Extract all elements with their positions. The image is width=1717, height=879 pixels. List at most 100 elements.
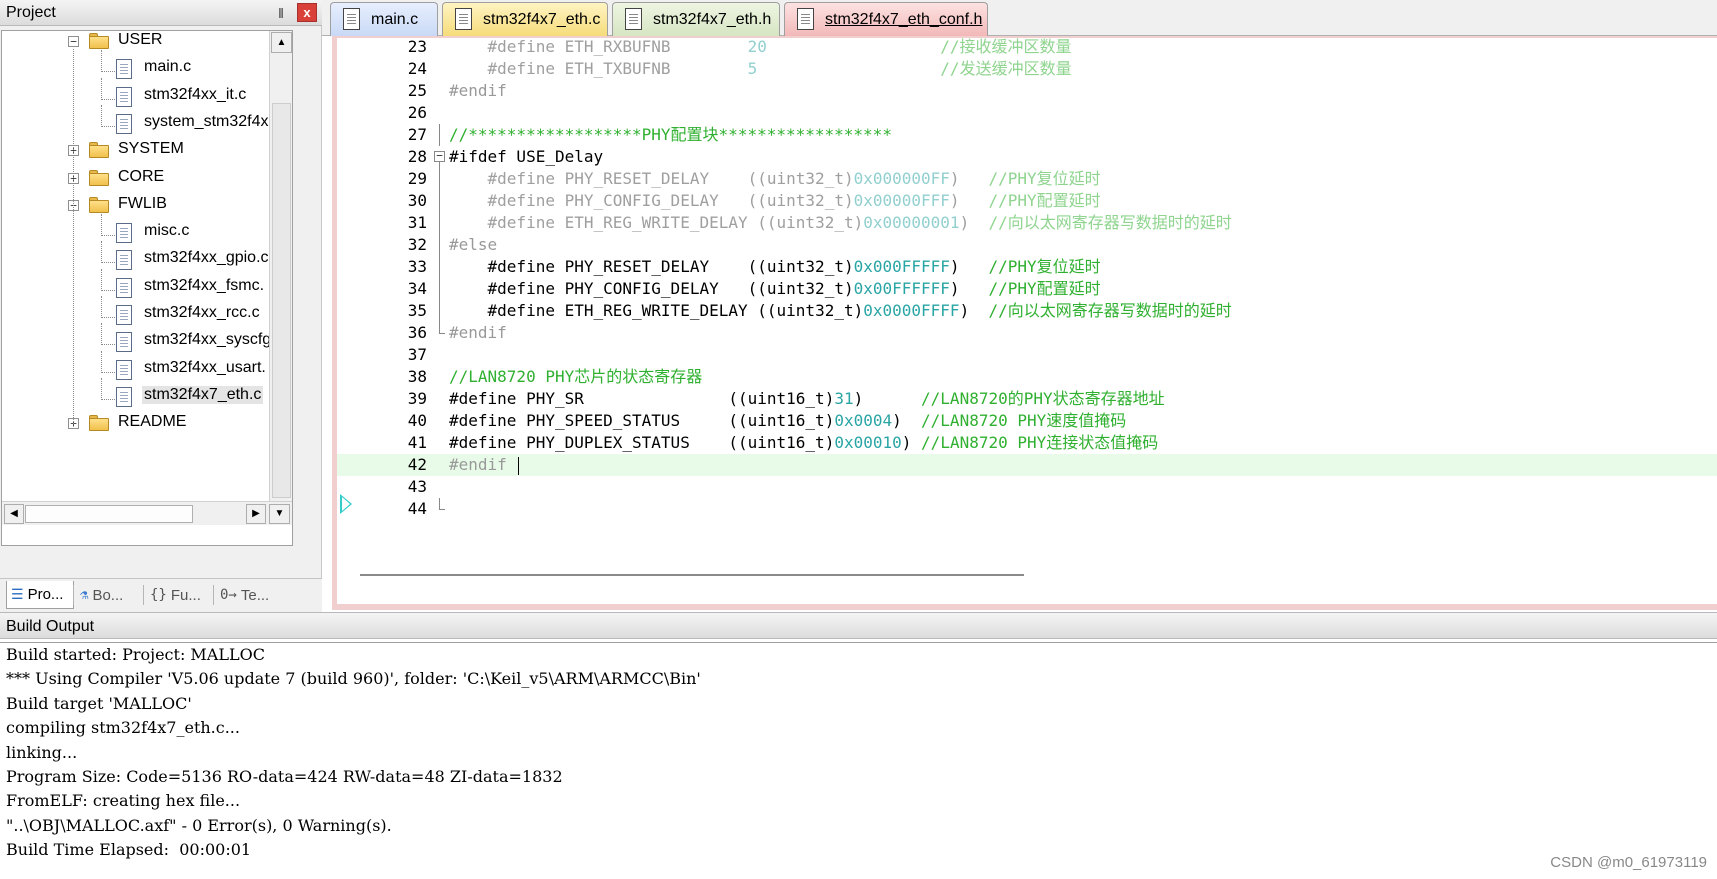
code-line[interactable]: 23 #define ETH_RXBUFNB 20 //接收缓冲区数量 [337,38,1717,58]
document-icon [625,8,642,30]
code-line[interactable]: 36 #endif [337,322,1717,344]
tree-file[interactable]: stm32f4xx_syscfg [2,323,271,355]
tree-file[interactable]: system_stm32f4x [2,104,268,137]
tab-functions[interactable]: {} Fu... [146,581,210,609]
tree-label: stm32f4xx_usart. [144,358,266,376]
code-line[interactable]: 43 [337,476,1717,498]
tree-connector [101,344,115,346]
code-text: //******************PHY配置块**************… [449,124,892,146]
code-line[interactable]: 31 #define ETH_REG_WRITE_DELAY ((uint32_… [337,212,1717,234]
code-line[interactable]: 40 #define PHY_SPEED_STATUS ((uint16_t)0x… [337,410,1717,432]
code-line[interactable]: 39 #define PHY_SR ((uint16_t)31) //LAN872… [337,388,1717,410]
tree-file[interactable]: stm32f4x7_eth.c [2,377,268,410]
tab-books[interactable]: ⚗ Bo... [76,581,140,609]
build-output-panel[interactable]: CSDN @m0_61973119 Build started: Project… [0,642,1717,879]
folder-icon [88,196,110,213]
code-line[interactable]: 35 #define ETH_REG_WRITE_DELAY ((uint32_… [337,300,1717,322]
tree-file[interactable]: stm32f4xx_gpio.c [2,241,269,273]
tree-vertical-scrollbar[interactable]: ▲ [269,31,292,501]
code-line[interactable]: 30 #define PHY_CONFIG_DELAY ((uint32_t)0… [337,190,1717,212]
code-line[interactable]: 44 [337,498,1717,520]
tree-file[interactable]: misc.c [2,214,268,246]
collapse-icon[interactable]: − [68,36,79,47]
scroll-left-icon[interactable]: ◀ [4,504,24,524]
code-line[interactable]: 27 //******************PHY配置块************… [337,124,1717,146]
editor-tab[interactable]: stm32f4x7_eth.c [442,2,608,36]
code-paren: ) [949,169,960,188]
tree-connector [101,317,115,318]
code-line[interactable]: 25 #endif [337,80,1717,102]
editor-horizontal-scrollbar[interactable] [360,574,1024,576]
tree-file[interactable]: stm32f4xx_usart. [2,350,268,383]
tab-templates[interactable]: 0→ Te... [216,581,282,609]
tree-folder[interactable]: + README [2,411,268,437]
code-text: #else [449,234,497,256]
code-cast: ((uint16_t) [728,433,835,452]
scroll-thumb[interactable] [272,103,291,498]
scroll-up-icon[interactable]: ▲ [271,32,292,53]
line-number: 35 [407,301,427,320]
code-number: 0x00000FFF [853,191,950,210]
code-define: #define ETH_REG_WRITE_DELAY [487,213,748,232]
tree-folder[interactable]: + SYSTEM [2,138,268,164]
close-icon[interactable]: x [297,3,317,22]
tree-file[interactable]: stm32f4xx_it.c [2,77,268,110]
code-line[interactable]: 32 #else [337,234,1717,256]
tree-folder[interactable]: − USER [2,31,268,55]
file-icon [116,277,132,298]
code-line[interactable]: 29 #define PHY_RESET_DELAY ((uint32_t)0x… [337,168,1717,190]
fold-collapse-icon[interactable]: − [434,146,446,168]
tree-connector [101,125,115,127]
code-text: #define ETH_RXBUFNB 20 //接收缓冲区数量 [449,38,1072,58]
code-comment: //LAN8720 PHY芯片的状态寄存器 [449,367,703,386]
scroll-thumb[interactable] [25,505,193,523]
tree-connector [101,296,102,318]
scroll-right-icon[interactable]: ▶ [246,504,266,524]
document-icon [455,8,472,30]
fold-guide [434,300,446,322]
code-line[interactable]: 38 //LAN8720 PHY芯片的状态寄存器 [337,366,1717,388]
code-number: 0x0000FFFF [863,301,960,320]
build-output-line: Build target 'MALLOC' [6,693,192,713]
line-number: 23 [407,38,427,56]
code-text: #define PHY_SPEED_STATUS ((uint16_t)0x00… [449,410,1126,432]
code-cast: ((uint32_t) [747,191,854,210]
code-define: #define PHY_SR [449,389,584,408]
code-line[interactable]: 24 #define ETH_TXBUFNB 5 //发送缓冲区数量 [337,58,1717,80]
code-paren: ) [901,433,912,452]
code-line[interactable]: 28− #ifdef USE_Delay [337,146,1717,168]
code-line[interactable]: 42 #endif [337,454,1717,476]
tab-separator [73,585,74,605]
code-line[interactable]: 26 [337,102,1717,124]
tree-folder[interactable]: − FWLIB [2,193,268,219]
editor-tab[interactable]: main.c [330,2,438,36]
tab-project[interactable]: ☰ Pro... [6,581,74,609]
code-comment: //LAN8720 PHY连接状态值掩码 [921,433,1159,452]
tree-file[interactable]: stm32f4xx_rcc.c [2,296,268,328]
pin-icon[interactable]: ‖ [272,4,290,22]
code-token: #ifdef USE_Delay [449,147,604,166]
project-panel: Project ‖ x − USER main.c stm32f4xx_it.c sys… [0,0,322,612]
tree-horizontal-scrollbar[interactable]: ◀ ▶ ▼ [2,501,292,525]
editor-tab[interactable]: stm32f4x7_eth.h [612,2,780,36]
code-line[interactable]: 41 #define PHY_DUPLEX_STATUS ((uint16_t)0… [337,432,1717,454]
editor-tab-label: main.c [371,10,419,28]
code-line[interactable]: 33 #define PHY_RESET_DELAY ((uint32_t)0x… [337,256,1717,278]
editor-tab[interactable]: stm32f4x7_eth_conf.h [784,2,988,36]
fold-guide [434,212,446,234]
tree-label: stm32f4xx_rcc.c [144,304,260,321]
tree-file[interactable]: main.c [2,50,268,82]
code-paren: ) [959,301,970,320]
code-line[interactable]: 34 #define PHY_CONFIG_DELAY ((uint32_t)0… [337,278,1717,300]
tree-folder[interactable]: + CORE [2,166,268,192]
code-editor[interactable]: 23 #define ETH_RXBUFNB 20 //接收缓冲区数量 24 #d… [337,38,1717,604]
tree-file[interactable]: stm32f4xx_fsmc. [2,268,268,301]
code-line[interactable]: 37 [337,344,1717,366]
scroll-down-icon[interactable]: ▼ [269,504,290,524]
